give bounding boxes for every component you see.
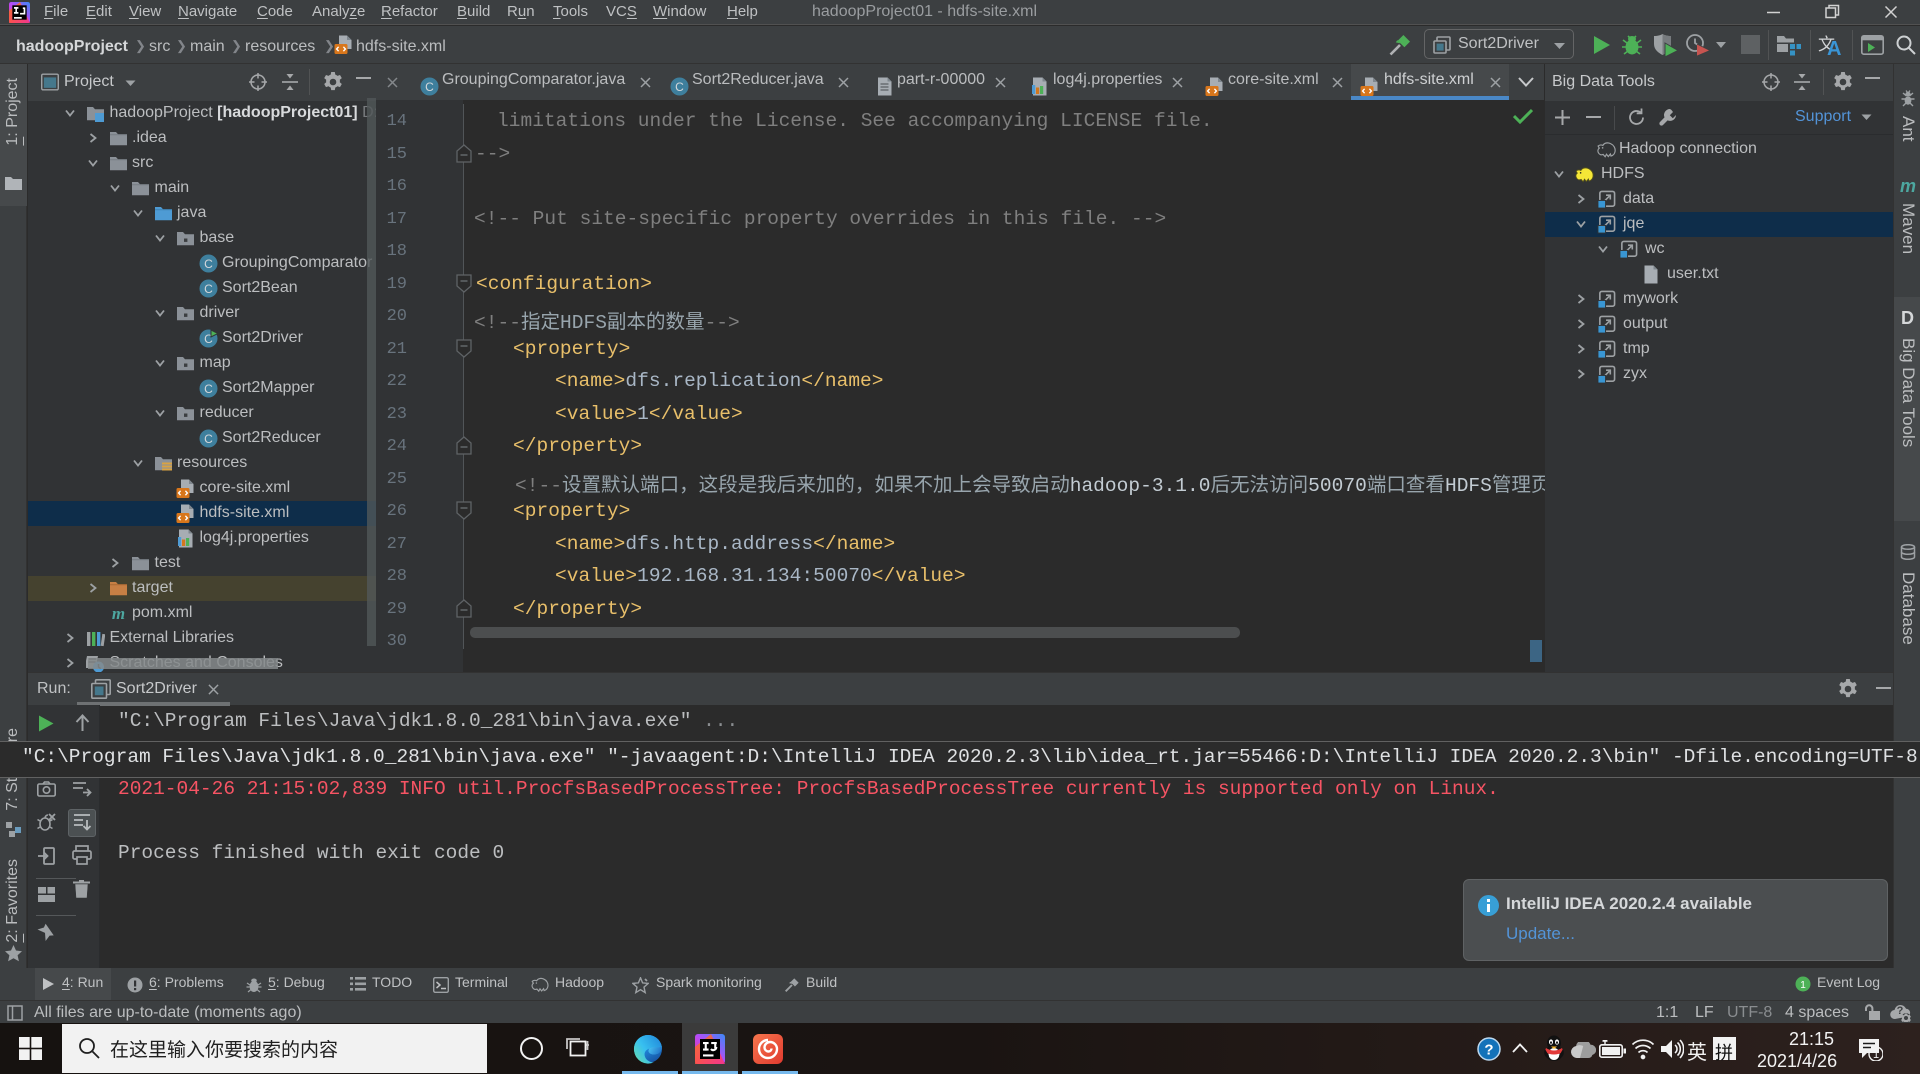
svg-text:C: C <box>204 282 213 296</box>
svg-text:C: C <box>675 80 684 94</box>
svg-text:?: ? <box>1484 1042 1493 1059</box>
svg-text:C: C <box>204 257 213 271</box>
svg-text:C: C <box>425 80 434 94</box>
svg-text:C: C <box>204 382 213 396</box>
svg-text:m: m <box>111 604 124 623</box>
svg-text:1: 1 <box>1873 1049 1879 1061</box>
svg-text:C: C <box>204 432 213 446</box>
svg-text:1: 1 <box>1800 980 1806 991</box>
